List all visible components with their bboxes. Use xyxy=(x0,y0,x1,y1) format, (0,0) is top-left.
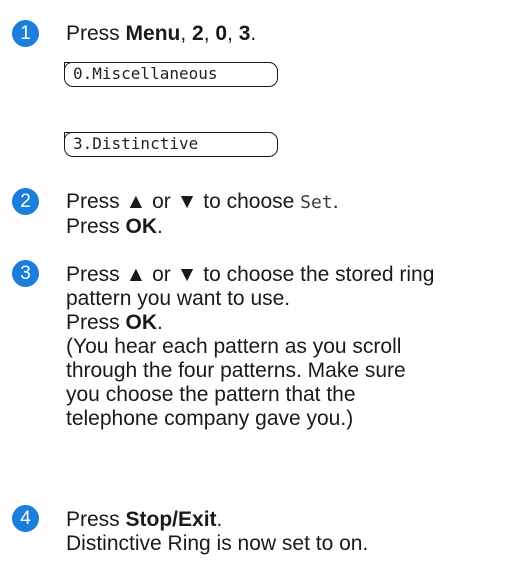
instruction-line: pattern you want to use. xyxy=(66,287,291,310)
note-line: telephone company gave you.) xyxy=(66,407,354,430)
menu-key: Menu xyxy=(125,22,181,45)
step-text: Press ▲ or ▼ to choose Set. Press OK. xyxy=(66,190,509,239)
step-number-badge: 4 xyxy=(12,505,39,532)
key-3: 3 xyxy=(238,22,251,45)
step-number-badge: 1 xyxy=(12,20,39,47)
instruction-line: Press Stop/Exit. xyxy=(66,508,223,531)
step-text: Press ▲ or ▼ to choose the stored ring p… xyxy=(66,263,509,431)
ok-key: OK xyxy=(125,215,158,238)
note-line: you choose the pattern that the xyxy=(66,383,356,406)
step-number-badge: 3 xyxy=(12,260,39,287)
step-text: Press Stop/Exit. Distinctive Ring is now… xyxy=(66,508,509,556)
instruction-line: Press OK. xyxy=(66,215,163,238)
ok-key: OK xyxy=(125,311,158,334)
key-2: 2 xyxy=(192,22,204,45)
note-line: (You hear each pattern as you scroll xyxy=(66,335,402,358)
note-line: through the four patterns. Make sure xyxy=(66,359,406,382)
instruction-line: Press Menu, 2, 0, 3. xyxy=(66,22,257,45)
instruction-line: Press ▲ or ▼ to choose Set. xyxy=(66,190,339,213)
step-number-badge: 2 xyxy=(12,188,39,215)
lcd-display-distinctive: 3.Distinctive xyxy=(63,131,278,157)
set-option: Set xyxy=(300,192,333,213)
step-text: Press Menu, 2, 0, 3. xyxy=(66,22,509,46)
instruction-line: Press OK. xyxy=(66,311,163,334)
stop-exit-key: Stop/Exit xyxy=(125,508,217,531)
key-0: 0 xyxy=(215,22,228,45)
instruction-line: Press ▲ or ▼ to choose the stored ring xyxy=(66,263,435,286)
lcd-display-miscellaneous: 0.Miscellaneous xyxy=(63,61,278,87)
instruction-line: Distinctive Ring is now set to on. xyxy=(66,532,369,555)
